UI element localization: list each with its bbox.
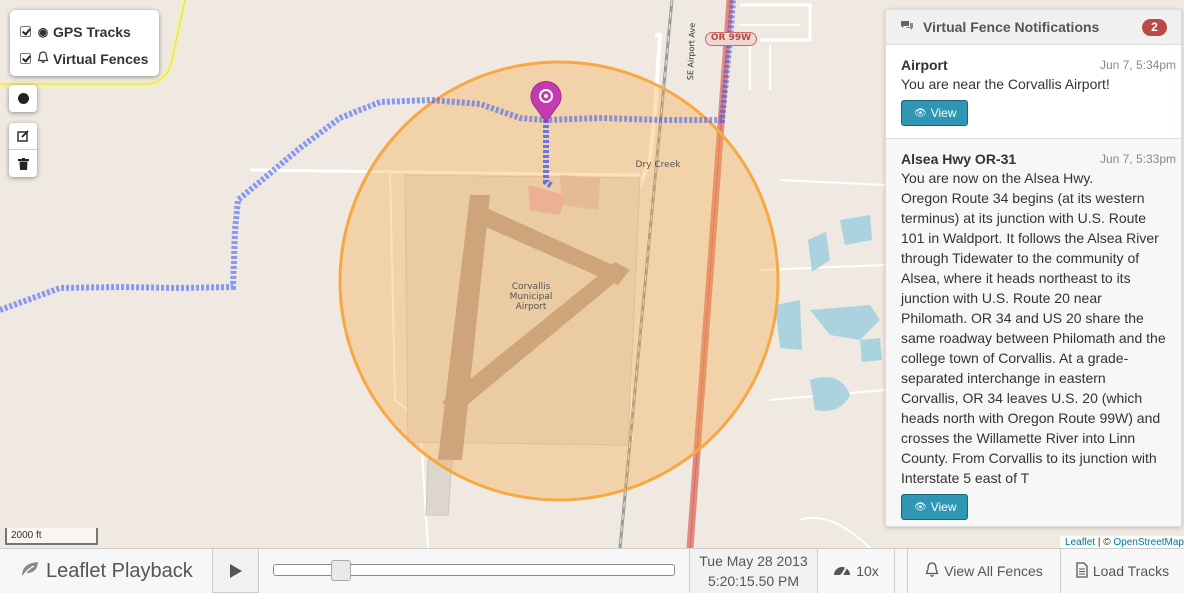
comments-icon bbox=[900, 20, 916, 35]
notification-body: You are near the Corvallis Airport! bbox=[901, 76, 1110, 92]
scale-bar: 2000 ft bbox=[5, 528, 98, 545]
notifications-panel: Virtual Fence Notifications 2 Airport Ju… bbox=[885, 9, 1182, 527]
trash-icon bbox=[17, 157, 29, 170]
play-icon bbox=[229, 563, 242, 578]
layer-virtual-fences[interactable]: Virtual Fences bbox=[20, 45, 149, 72]
notification-count-badge: 2 bbox=[1142, 18, 1167, 36]
gps-tracks-checkbox[interactable] bbox=[20, 26, 31, 37]
speed-label: 10x bbox=[856, 563, 879, 579]
notification-body: You are now on the Alsea Hwy. Oregon Rou… bbox=[901, 170, 1166, 486]
record-icon bbox=[17, 93, 29, 104]
virtual-fences-checkbox[interactable] bbox=[20, 53, 31, 64]
target-icon: ◉ bbox=[37, 24, 49, 39]
brand-label: Leaflet Playback bbox=[46, 559, 193, 582]
airport-label: Corvallis Municipal Airport bbox=[509, 282, 553, 312]
leaf-icon bbox=[20, 560, 40, 583]
road-shield: OR 99W bbox=[705, 32, 757, 46]
edit-button[interactable] bbox=[9, 123, 37, 150]
playback-brand[interactable]: Leaflet Playback bbox=[0, 549, 212, 593]
notification-time: Jun 7, 5:34pm bbox=[1099, 58, 1176, 72]
view-button[interactable]: 👁 View bbox=[901, 494, 968, 520]
notification-time: Jun 7, 5:33pm bbox=[1099, 152, 1176, 166]
attribution: Leaflet | © OpenStreetMap bbox=[1060, 536, 1184, 548]
play-button[interactable] bbox=[212, 549, 259, 593]
view-all-fences-label: View All Fences bbox=[944, 563, 1043, 579]
edit-icon bbox=[17, 130, 29, 142]
leaflet-link[interactable]: Leaflet bbox=[1065, 537, 1095, 548]
notifications-header[interactable]: Virtual Fence Notifications 2 bbox=[886, 10, 1181, 45]
locate-control bbox=[9, 85, 37, 112]
layer-label: GPS Tracks bbox=[53, 23, 131, 40]
osm-link[interactable]: OpenStreetMap bbox=[1113, 537, 1184, 548]
layer-gps-tracks[interactable]: ◉ GPS Tracks bbox=[20, 18, 149, 45]
gps-track-branch[interactable] bbox=[543, 120, 554, 189]
load-tracks-label: Load Tracks bbox=[1092, 563, 1170, 579]
view-all-fences-button[interactable]: View All Fences bbox=[907, 549, 1061, 593]
playback-slider[interactable] bbox=[259, 549, 689, 593]
layer-label: Virtual Fences bbox=[53, 50, 149, 67]
view-button[interactable]: 👁 View bbox=[901, 100, 968, 126]
bell-icon bbox=[925, 561, 939, 581]
attribution-separator: | © bbox=[1095, 537, 1114, 548]
playback-bar: Leaflet Playback Tue May 28 2013 5:20:15… bbox=[0, 548, 1184, 593]
playback-clock: Tue May 28 2013 5:20:15.50 PM bbox=[689, 549, 818, 593]
slider-handle[interactable] bbox=[331, 560, 352, 581]
file-icon bbox=[1076, 561, 1088, 581]
delete-button[interactable] bbox=[9, 150, 37, 177]
map[interactable]: Corvallis Municipal Airport Dry Creek OR… bbox=[0, 0, 1184, 548]
notifications-title: Virtual Fence Notifications bbox=[923, 19, 1100, 35]
bell-icon bbox=[36, 50, 50, 67]
dashboard-icon bbox=[833, 563, 851, 580]
layer-control: ◉ GPS Tracks Virtual Fences bbox=[10, 10, 159, 76]
view-button-label: View bbox=[930, 106, 957, 120]
locate-button[interactable] bbox=[9, 85, 37, 112]
notification-item: Airport Jun 7, 5:34pm You are near the C… bbox=[886, 45, 1181, 139]
speed-button[interactable]: 10x bbox=[818, 549, 895, 593]
creek-label: Dry Creek bbox=[635, 160, 681, 170]
eye-icon: 👁 bbox=[914, 107, 927, 119]
draw-control bbox=[9, 123, 37, 177]
notification-item: Alsea Hwy OR-31 Jun 7, 5:33pm You are no… bbox=[886, 139, 1181, 526]
clock-time: 5:20:15.50 PM bbox=[707, 573, 800, 589]
load-tracks-button[interactable]: Load Tracks bbox=[1061, 549, 1184, 593]
clock-date: Tue May 28 2013 bbox=[699, 553, 808, 569]
eye-icon: 👁 bbox=[914, 501, 927, 513]
view-button-label: View bbox=[930, 500, 957, 514]
